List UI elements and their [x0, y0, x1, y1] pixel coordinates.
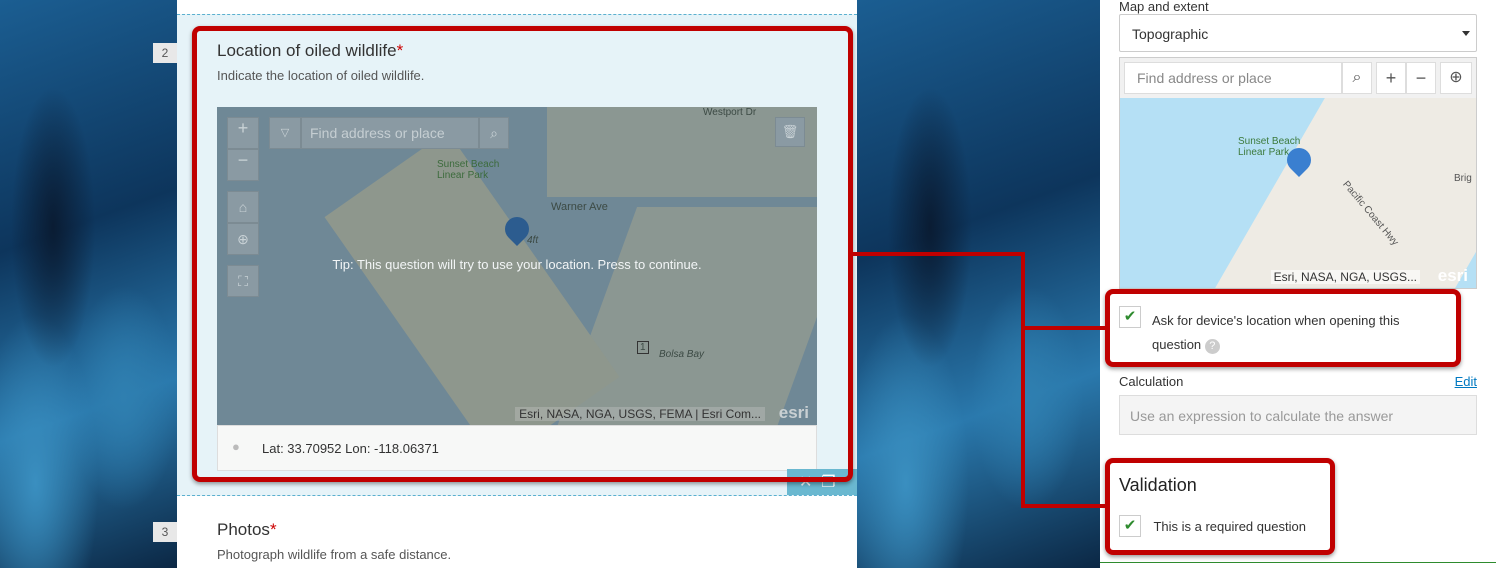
map-attribution: Esri, NASA, NGA, USGS... — [1270, 270, 1420, 284]
locate-icon[interactable]: ⊕ — [1440, 62, 1472, 94]
zoom-in-button[interactable]: + — [1376, 62, 1406, 94]
default-map-view[interactable]: Find address or place ⌕ + − ⊕ Sunset Bea… — [1119, 57, 1477, 289]
background-image-middle — [857, 0, 1100, 568]
callout-line — [1021, 326, 1107, 330]
callout-box-location — [1105, 289, 1461, 367]
callout-line — [1021, 504, 1107, 508]
question-description: Photograph wildlife from a safe distance… — [217, 547, 452, 562]
zoom-out-button[interactable]: − — [1406, 62, 1436, 94]
esri-logo: esri — [1437, 266, 1468, 285]
bottom-tabs — [1100, 562, 1496, 568]
map-section-label: Map and extent — [1119, 0, 1209, 14]
chevron-down-icon — [1462, 31, 1470, 40]
background-image-left — [0, 0, 177, 568]
search-icon[interactable]: ⌕ — [1342, 62, 1372, 94]
callout-line — [1021, 252, 1025, 508]
basemap-select[interactable]: Topographic — [1119, 14, 1477, 52]
calculation-label: Calculation — [1119, 374, 1184, 389]
callout-box-map — [192, 26, 853, 482]
question-number: 3 — [153, 522, 177, 542]
callout-box-validation — [1105, 458, 1335, 555]
callout-line — [853, 252, 1025, 256]
question-title: Photos* — [217, 520, 277, 539]
map-search-input[interactable]: Find address or place — [1124, 62, 1342, 94]
question-number: 2 — [153, 43, 177, 63]
calculation-input[interactable]: Use an expression to calculate the answe… — [1119, 395, 1477, 435]
calculation-edit-link[interactable]: Edit — [1455, 374, 1477, 389]
